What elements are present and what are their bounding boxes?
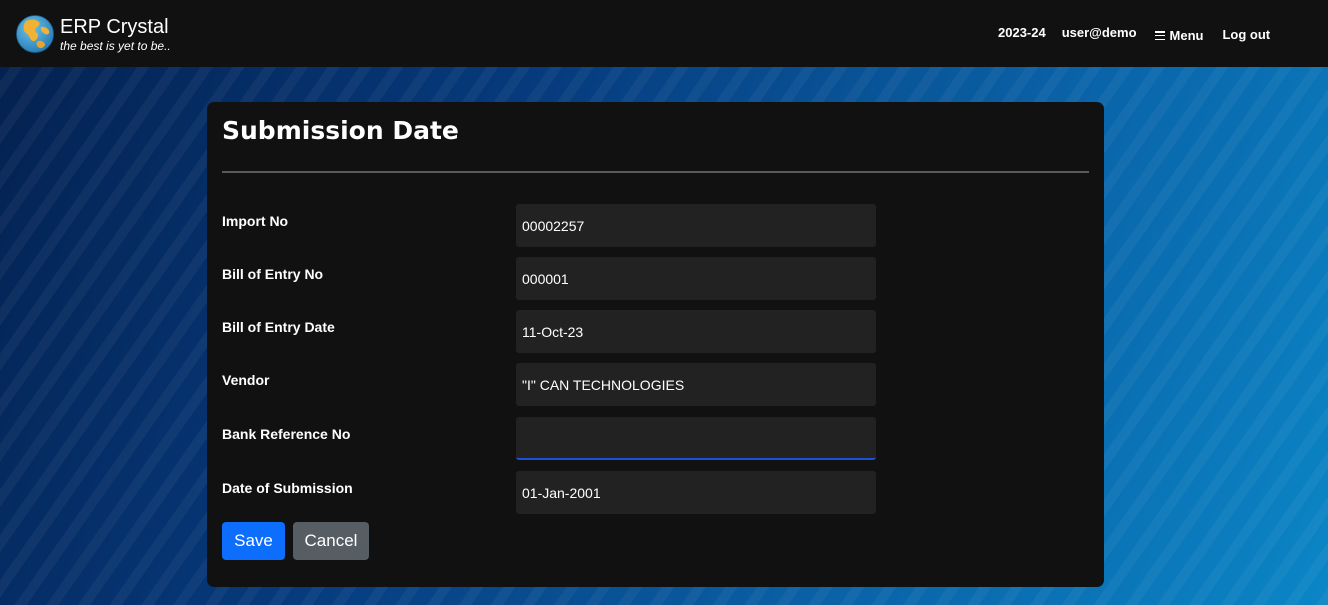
bank-reference-no-label: Bank Reference No (222, 426, 351, 442)
save-button[interactable]: Save (222, 522, 285, 560)
menu-label: Menu (1169, 28, 1204, 43)
import-no-field[interactable] (516, 204, 876, 247)
logout-link[interactable]: Log out (1222, 27, 1270, 42)
menu-button[interactable]: Menu (1154, 28, 1204, 43)
bill-of-entry-date-field[interactable] (516, 310, 876, 353)
top-navbar: ERP Crystal the best is yet to be.. 2023… (0, 0, 1328, 67)
submission-date-card: Submission Date Import No Bill of Entry … (207, 102, 1104, 587)
app-tagline: the best is yet to be.. (60, 39, 171, 53)
bill-of-entry-no-label: Bill of Entry No (222, 266, 324, 282)
page-title: Submission Date (222, 116, 459, 145)
bank-reference-no-field[interactable] (516, 417, 876, 460)
title-divider (222, 171, 1089, 173)
current-user[interactable]: user@demo (1062, 25, 1137, 40)
vendor-field[interactable] (516, 363, 876, 406)
bill-of-entry-date-label: Bill of Entry Date (222, 319, 335, 335)
top-nav-links: 2023-24 user@demo Menu Log out (998, 22, 1270, 43)
brand-logo-link[interactable]: ERP Crystal the best is yet to be.. (16, 15, 171, 53)
bill-of-entry-no-field[interactable] (516, 257, 876, 300)
date-of-submission-label: Date of Submission (222, 480, 353, 496)
cancel-button[interactable]: Cancel (293, 522, 369, 560)
globe-icon (16, 15, 54, 53)
app-name: ERP Crystal (60, 16, 169, 38)
date-of-submission-field[interactable] (516, 471, 876, 514)
hamburger-icon (1154, 31, 1165, 40)
import-no-label: Import No (222, 213, 289, 229)
financial-year[interactable]: 2023-24 (998, 25, 1046, 40)
vendor-label: Vendor (222, 372, 270, 388)
